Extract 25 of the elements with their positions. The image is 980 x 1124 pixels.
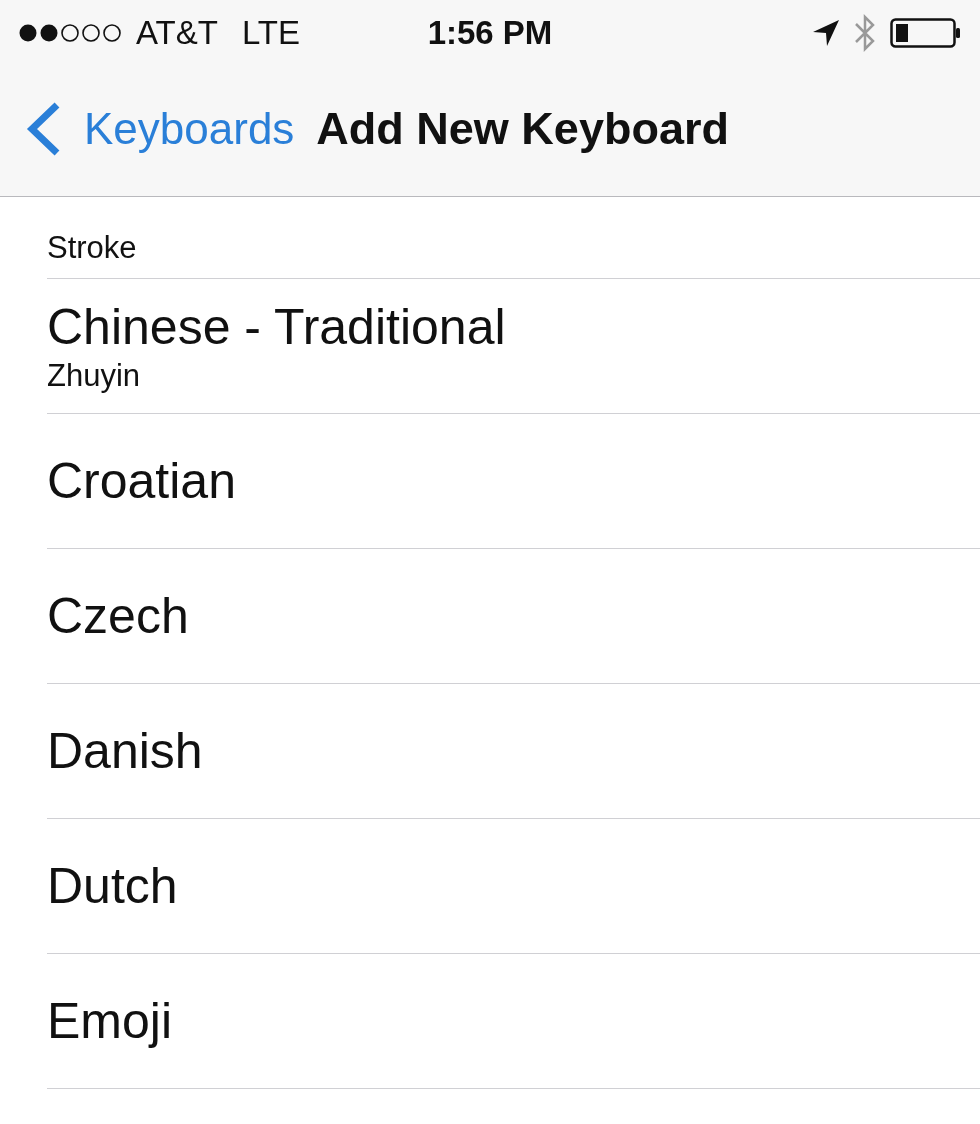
keyboard-layout-subtitle: Stroke bbox=[47, 230, 137, 266]
keyboard-list-item[interactable]: Emoji bbox=[47, 954, 980, 1089]
carrier-name: AT&T bbox=[136, 13, 218, 52]
keyboard-name: Czech bbox=[47, 587, 189, 645]
signal-strength-icon bbox=[18, 22, 124, 43]
keyboard-list-item[interactable]: Danish bbox=[47, 684, 980, 819]
keyboard-name: Chinese - Traditional bbox=[47, 298, 506, 356]
location-arrow-icon bbox=[812, 18, 840, 47]
network-type: LTE bbox=[241, 13, 300, 52]
keyboard-name: Dutch bbox=[47, 857, 178, 915]
chevron-left-icon bbox=[24, 100, 62, 157]
keyboard-layout-subtitle: Zhuyin bbox=[47, 358, 141, 394]
keyboard-name: Croatian bbox=[47, 452, 236, 510]
battery-icon bbox=[890, 17, 962, 48]
keyboard-name: Emoji bbox=[47, 992, 173, 1050]
bluetooth-icon bbox=[854, 12, 876, 53]
page-title: Add New Keyboard bbox=[316, 102, 729, 155]
keyboard-list-item[interactable]: Chinese - Traditional Zhuyin bbox=[47, 279, 980, 414]
keyboard-list-item[interactable]: Dutch bbox=[47, 819, 980, 954]
keyboard-list-item[interactable]: Stroke bbox=[47, 197, 980, 279]
status-time: 1:56 PM bbox=[427, 14, 553, 52]
keyboard-list-item[interactable]: Czech bbox=[47, 549, 980, 684]
keyboard-list-item[interactable]: Croatian bbox=[47, 414, 980, 549]
keyboard-name: Danish bbox=[47, 722, 203, 780]
back-button[interactable]: Keyboards bbox=[24, 100, 295, 157]
